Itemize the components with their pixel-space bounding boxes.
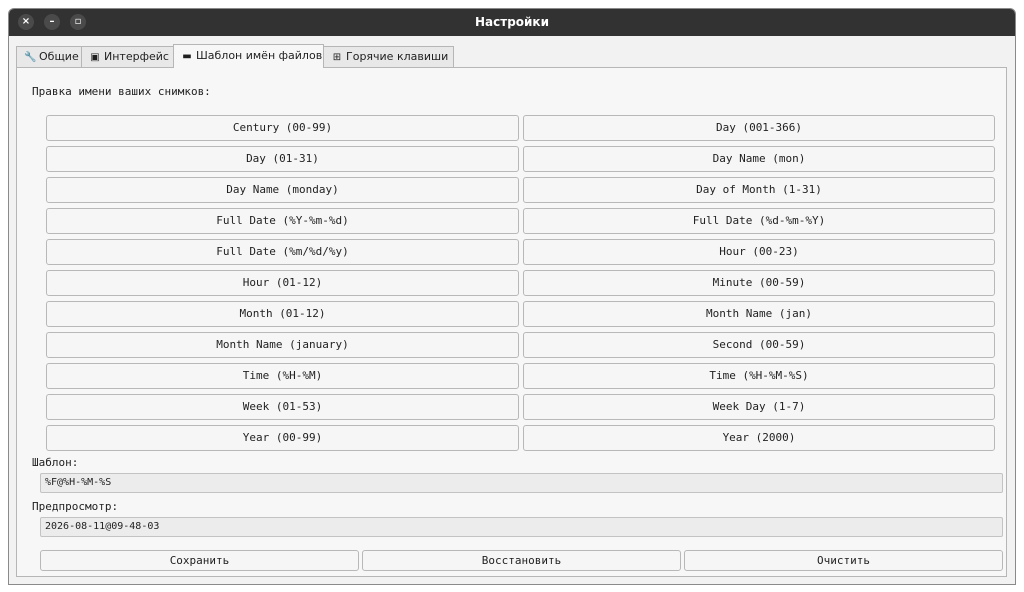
preview-label: Предпросмотр: (32, 500, 119, 513)
panel-heading: Правка имени ваших снимков: (32, 85, 211, 98)
clear-button[interactable]: Очистить (684, 550, 1003, 571)
tab-hotkeys[interactable]: ⊞ Горячие клавиши (323, 46, 454, 67)
format-button[interactable]: Year (00-99) (46, 425, 519, 451)
filename-template-panel: Правка имени ваших снимков: Century (00-… (16, 67, 1007, 577)
format-button[interactable]: Month Name (january) (46, 332, 519, 358)
save-button[interactable]: Сохранить (40, 550, 359, 571)
format-button[interactable]: Time (%H-%M-%S) (523, 363, 995, 389)
format-button[interactable]: Day of Month (1-31) (523, 177, 995, 203)
format-button[interactable]: Month Name (jan) (523, 301, 995, 327)
format-button[interactable]: Week (01-53) (46, 394, 519, 420)
template-input[interactable]: %F@%H-%M-%S (40, 473, 1003, 493)
format-button[interactable]: Day (01-31) (46, 146, 519, 172)
format-button[interactable]: Time (%H-%M) (46, 363, 519, 389)
restore-button[interactable]: Восстановить (362, 550, 681, 571)
format-button[interactable]: Month (01-12) (46, 301, 519, 327)
format-button[interactable]: Second (00-59) (523, 332, 995, 358)
format-button[interactable]: Minute (00-59) (523, 270, 995, 296)
format-button[interactable]: Hour (01-12) (46, 270, 519, 296)
preview-field: 2026-08-11@09-48-03 (40, 517, 1003, 537)
tab-label: Горячие клавиши (346, 50, 449, 63)
tab-label: Шаблон имён файлов (196, 49, 323, 62)
format-button[interactable]: Year (2000) (523, 425, 995, 451)
format-button[interactable]: Full Date (%m/%d/%y) (46, 239, 519, 265)
template-label: Шаблон: (32, 456, 79, 469)
settings-window: × – ▫ Настройки 🔧 Общие ▣ Интерфейс ▬ Шабло… (8, 8, 1016, 585)
format-button[interactable]: Century (00-99) (46, 115, 519, 141)
tab-label: Интерфейс (104, 50, 169, 63)
format-button[interactable]: Full Date (%Y-%m-%d) (46, 208, 519, 234)
format-button[interactable]: Day Name (monday) (46, 177, 519, 203)
format-button[interactable]: Week Day (1-7) (523, 394, 995, 420)
tab-general[interactable]: 🔧 Общие (16, 46, 82, 67)
tab-interface[interactable]: ▣ Интерфейс (81, 46, 174, 67)
title-bar: × – ▫ Настройки (9, 9, 1015, 36)
wrench-icon: 🔧 (24, 52, 37, 63)
filename-icon: ▬ (182, 51, 192, 62)
format-button[interactable]: Full Date (%d-%m-%Y) (523, 208, 995, 234)
format-button[interactable]: Day Name (mon) (523, 146, 995, 172)
format-button[interactable]: Day (001-366) (523, 115, 995, 141)
keyboard-icon: ⊞ (332, 52, 342, 63)
window-title: Настройки (474, 15, 549, 29)
format-button[interactable]: Hour (00-23) (523, 239, 995, 265)
display-icon: ▣ (90, 52, 100, 63)
tab-label: Общие (39, 50, 79, 63)
tab-filename-template[interactable]: ▬ Шаблон имён файлов (173, 44, 324, 68)
